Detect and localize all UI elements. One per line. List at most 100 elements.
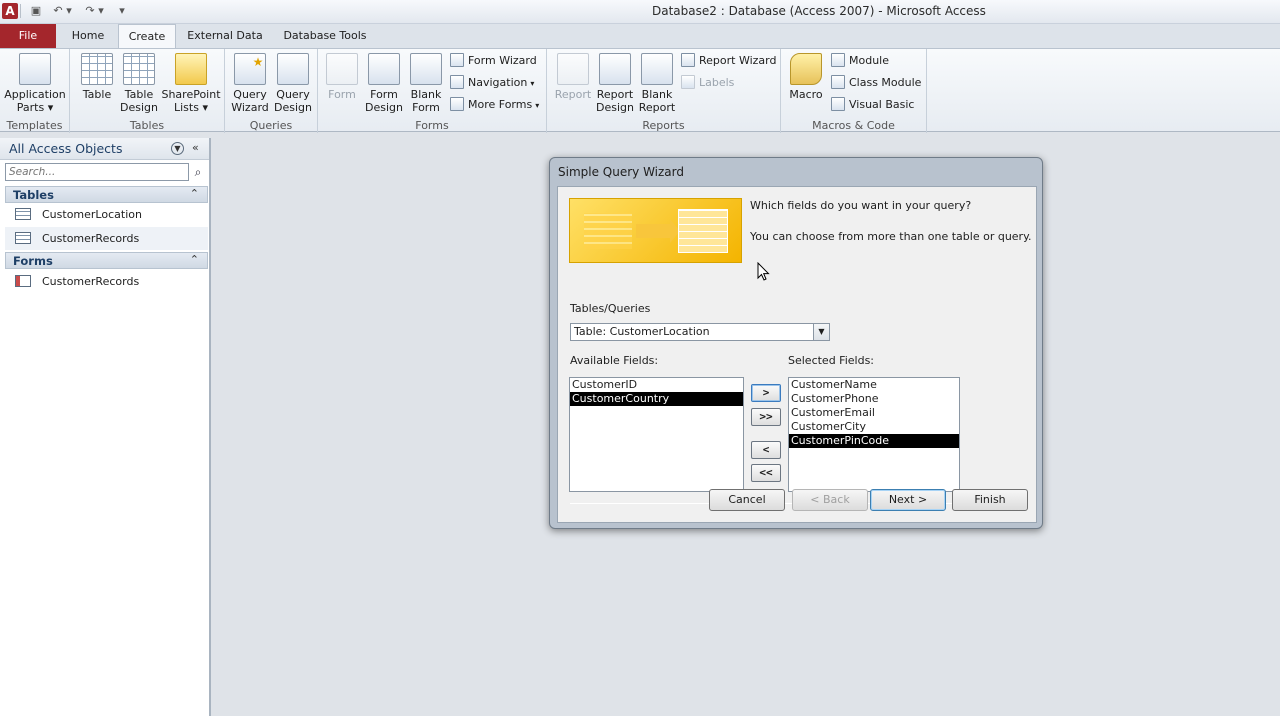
report-design-button[interactable]: Report Design (595, 53, 635, 114)
class-module-button[interactable]: Class Module (831, 74, 921, 92)
query-design-icon (277, 53, 309, 85)
redo-dropdown-icon[interactable]: ▾ (96, 3, 106, 19)
group-label-templates: Templates (6, 119, 63, 132)
visual-basic-button[interactable]: Visual Basic (831, 96, 914, 114)
table-design-button[interactable]: Table Design (118, 53, 160, 114)
report-wizard-button[interactable]: Report Wizard (681, 52, 776, 70)
query-wizard-button[interactable]: Query Wizard (231, 53, 269, 114)
customize-quick-access-icon[interactable]: ▾ (114, 3, 130, 19)
window-title: Database2 : Database (Access 2007) - Mic… (652, 4, 986, 18)
report-label: Report (554, 88, 592, 101)
chevron-up-icon: ⌃ (189, 253, 199, 266)
remove-one-button[interactable]: < (751, 441, 781, 459)
remove-all-button[interactable]: << (751, 464, 781, 482)
next-button[interactable]: Next > (870, 489, 946, 511)
more-forms-icon (450, 97, 464, 111)
list-item[interactable]: CustomerCity (789, 420, 959, 434)
list-item[interactable]: CustomerPinCode (789, 434, 959, 448)
query-design-button[interactable]: Query Design (273, 53, 313, 114)
cancel-button[interactable]: Cancel (709, 489, 785, 511)
chevron-down-icon[interactable]: ▼ (813, 324, 829, 340)
move-one-button[interactable]: > (751, 384, 781, 402)
report-button[interactable]: Report (553, 53, 593, 101)
form-design-label-2: Design (365, 101, 403, 114)
nav-item-customerlocation[interactable]: CustomerLocation (5, 203, 208, 226)
finish-button[interactable]: Finish (952, 489, 1028, 511)
dialog-title: Simple Query Wizard (558, 165, 684, 179)
available-fields-list[interactable]: CustomerID CustomerCountry (569, 377, 744, 492)
navigation-pane: All Access Objects ▼ « ⌕ Tables ⌃ Custom… (0, 138, 211, 716)
group-label-reports: Reports (642, 119, 685, 132)
blank-report-label-2: Report (638, 101, 676, 114)
form-design-button[interactable]: Form Design (364, 53, 404, 114)
form-wizard-label: Form Wizard (468, 54, 537, 67)
list-item[interactable]: CustomerName (789, 378, 959, 392)
group-label-queries: Queries (249, 119, 293, 132)
more-forms-button[interactable]: More Forms ▾ (450, 96, 539, 114)
nav-section-tables[interactable]: Tables ⌃ (5, 186, 208, 203)
navigation-button[interactable]: Navigation ▾ (450, 74, 534, 92)
form-wizard-button[interactable]: Form Wizard (450, 52, 537, 70)
simple-query-wizard-dialog: Simple Query Wizard Which fields do you … (549, 157, 1043, 529)
tab-database-tools[interactable]: Database Tools (276, 24, 374, 48)
group-label-tables: Tables (129, 119, 165, 132)
nav-item-customerrecords-table[interactable]: CustomerRecords (5, 227, 208, 250)
wizard-hint: You can choose from more than one table … (750, 230, 1032, 243)
table-button[interactable]: Table (78, 53, 116, 101)
nav-section-forms[interactable]: Forms ⌃ (5, 252, 208, 269)
module-button[interactable]: Module (831, 52, 889, 70)
wizard-illustration-target-grid (678, 209, 728, 253)
nav-item-customerrecords-form[interactable]: CustomerRecords (5, 270, 208, 293)
navigation-icon (450, 75, 464, 89)
blank-report-button[interactable]: Blank Report (637, 53, 677, 114)
sharepoint-lists-icon (175, 53, 207, 85)
tab-file[interactable]: File (0, 24, 56, 48)
blank-form-label: Blank (410, 88, 442, 101)
group-queries: Query Wizard Query Design Queries (225, 49, 318, 133)
blank-form-button[interactable]: Blank Form (408, 53, 444, 114)
macro-label: Macro (789, 88, 823, 101)
report-wizard-icon (681, 53, 695, 67)
selected-fields-list[interactable]: CustomerName CustomerPhone CustomerEmail… (788, 377, 960, 492)
list-item[interactable]: CustomerID (570, 378, 743, 392)
sharepoint-lists-button[interactable]: SharePoint Lists ▾ (160, 53, 222, 114)
visual-basic-label: Visual Basic (849, 98, 915, 111)
form-wizard-icon (450, 53, 464, 67)
table-icon (81, 53, 113, 85)
move-all-button[interactable]: >> (751, 408, 781, 426)
tab-create[interactable]: Create (118, 24, 176, 49)
application-parts-label-2: Parts ▾ (16, 101, 54, 114)
save-icon[interactable]: ▣ (28, 3, 44, 19)
undo-dropdown-icon[interactable]: ▾ (64, 3, 74, 19)
table-design-icon (123, 53, 155, 85)
list-item[interactable]: CustomerEmail (789, 406, 959, 420)
shutter-bar-collapse-icon[interactable]: « (192, 141, 199, 154)
tables-queries-select[interactable]: Table: CustomerLocation ▼ (570, 323, 830, 341)
list-item[interactable]: CustomerCountry (570, 392, 743, 406)
tab-home[interactable]: Home (62, 24, 114, 48)
application-parts-label: Application (4, 88, 66, 101)
chevron-up-icon: ⌃ (189, 187, 199, 200)
blank-report-label: Blank (641, 88, 673, 101)
query-design-label: Query (276, 88, 310, 101)
list-item[interactable]: CustomerPhone (789, 392, 959, 406)
macro-button[interactable]: Macro (787, 53, 825, 101)
access-app-icon[interactable]: A (2, 3, 18, 19)
chevron-down-icon[interactable]: ▼ (171, 142, 184, 155)
navigation-label: Navigation (468, 76, 528, 89)
navigation-pane-header[interactable]: All Access Objects ▼ « (0, 138, 209, 160)
back-button[interactable]: < Back (792, 489, 868, 511)
form-icon (326, 53, 358, 85)
tab-external-data[interactable]: External Data (182, 24, 268, 48)
search-input[interactable] (5, 163, 189, 181)
nav-section-forms-label: Forms (13, 254, 53, 268)
group-label-forms: Forms (415, 119, 449, 132)
application-parts-button[interactable]: Application Parts ▾ (4, 53, 66, 114)
form-button[interactable]: Form (324, 53, 360, 101)
form-icon (15, 275, 31, 287)
report-design-label: Report (596, 88, 634, 101)
search-icon[interactable]: ⌕ (190, 164, 206, 180)
nav-section-tables-label: Tables (13, 188, 54, 202)
tables-queries-label: Tables/Queries (570, 302, 651, 315)
labels-button[interactable]: Labels (681, 74, 734, 92)
